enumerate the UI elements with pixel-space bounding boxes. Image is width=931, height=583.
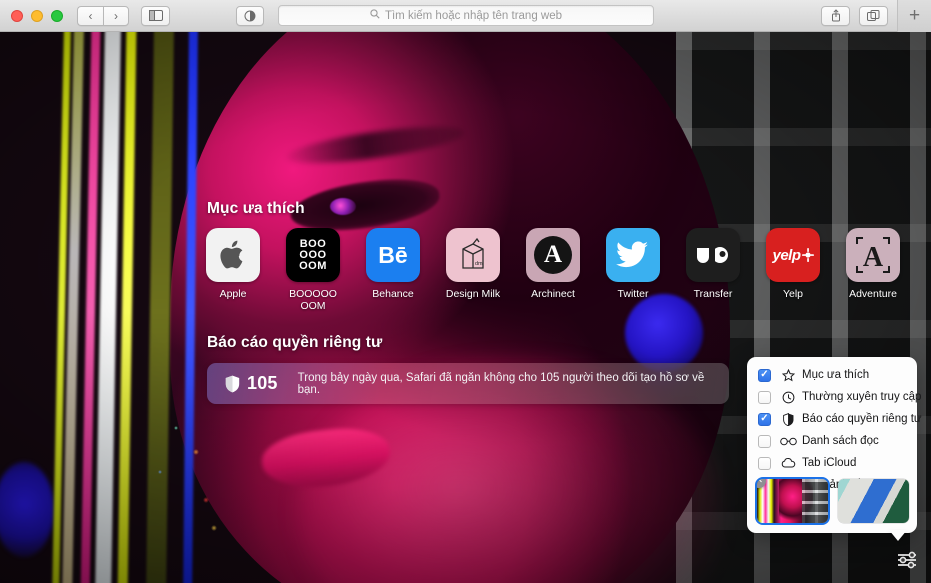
option-label: Thường xuyên truy cập [802,391,921,403]
option-label: Báo cáo quyền riêng tư [802,413,922,425]
show-sidebar-button[interactable] [141,6,170,26]
checkbox-privacy-report[interactable] [758,413,771,426]
reader-view-button[interactable] [236,6,264,26]
back-button[interactable]: ‹ [77,6,103,26]
search-icon [370,9,380,22]
favorite-label: Apple [220,288,247,300]
favorites-heading: Mục ưa thích [207,200,305,218]
checkbox-reading-list[interactable] [758,435,771,448]
booooooom-icon: BOO OOO OOM [286,228,340,282]
clock-icon [780,391,797,404]
behance-icon: Bē [366,228,420,282]
favorite-label: Adventure [849,288,897,300]
star-icon [780,369,797,382]
apple-icon [206,228,260,282]
svg-text:A: A [863,242,884,273]
shield-icon [225,375,240,393]
favorite-label: Design Milk [446,288,500,300]
glasses-icon [780,437,797,446]
close-window-button[interactable] [11,10,23,22]
favorite-item-apple[interactable]: Apple [203,228,263,312]
plus-icon: + [909,5,920,27]
favorite-label: Transfer [694,288,733,300]
boo-line-3: OOM [299,261,327,272]
option-privacy-report[interactable]: Báo cáo quyền riêng tư [747,408,917,430]
favorite-label: Yelp [783,288,803,300]
favorite-item-booooooom[interactable]: BOO OOO OOM BOOOOO OOM [283,228,343,312]
option-icloud-tabs[interactable]: Tab iCloud [747,452,917,474]
privacy-report-text: Trong bảy ngày qua, Safari đã ngăn không… [298,372,729,396]
new-tab-button[interactable]: + [897,0,931,32]
yelp-wordmark: yelp [772,247,800,264]
design-milk-icon: dm [446,228,500,282]
chevron-right-icon: › [114,10,118,22]
address-bar[interactable]: Tìm kiếm hoặc nhập tên trang web [278,5,654,26]
customize-start-page-button[interactable] [893,549,923,571]
boo-line-2: OOO [299,250,327,261]
option-label: Danh sách đọc [802,435,879,447]
wallpaper-thumbnail-neon-portrait[interactable]: ✕ [757,479,828,523]
favorite-label: Behance [372,288,413,300]
share-button[interactable] [821,6,850,26]
option-reading-list[interactable]: Danh sách đọc [747,430,917,452]
sidebar-icon [149,10,163,21]
yelp-icon: yelp [766,228,820,282]
favorites-grid: Apple BOO OOO OOM BOOOOO OOM Bē Behance [203,228,903,312]
navigation-buttons: ‹ › [77,6,129,26]
toolbar-right-group: + [821,0,931,32]
transfer-icon [686,228,740,282]
option-label: Tab iCloud [802,457,856,469]
cloud-icon [780,458,797,468]
address-bar-placeholder: Tìm kiếm hoặc nhập tên trang web [385,10,562,22]
reader-icon [244,10,256,22]
forward-button[interactable]: › [103,6,129,26]
favorite-item-yelp[interactable]: yelp Yelp [763,228,823,312]
wallpaper-thumbnails: ✕ [757,479,909,523]
tracker-count: 105 [247,373,278,394]
archinect-icon: A [526,228,580,282]
favorite-item-twitter[interactable]: Twitter [603,228,663,312]
safari-window: ‹ › Tìm kiếm h [0,0,931,583]
option-frequently-visited[interactable]: Thường xuyên truy cập [747,386,917,408]
favorite-item-adventure[interactable]: A Adventure [843,228,903,312]
tab-overview-button[interactable] [859,6,888,26]
archinect-mark: A [544,241,562,269]
privacy-report-heading: Báo cáo quyền riêng tư [207,334,382,352]
shield-icon [780,413,797,426]
favorite-label: Twitter [618,288,649,300]
share-icon [830,9,842,22]
option-label: Mục ưa thích [802,369,869,381]
traffic-lights [11,10,63,22]
favorite-item-design-milk[interactable]: dm Design Milk [443,228,503,312]
privacy-report-card[interactable]: 105 Trong bảy ngày qua, Safari đã ngăn k… [207,363,729,404]
favorite-item-transfer[interactable]: Transfer [683,228,743,312]
favorite-item-archinect[interactable]: A Archinect [523,228,583,312]
wallpaper-thumbnail-abstract-stripes[interactable] [838,479,909,523]
favorite-item-behance[interactable]: Bē Behance [363,228,423,312]
adventure-icon: A [846,228,900,282]
sliders-icon [896,551,920,569]
boo-line-1: BOO [299,239,327,250]
checkbox-frequently-visited[interactable] [758,391,771,404]
customize-start-page-popover: Mục ưa thích Thường xuyên truy cập Báo c… [747,357,917,533]
tab-overview-icon [867,10,880,22]
checkbox-icloud-tabs[interactable] [758,457,771,470]
svg-text:dm: dm [475,261,483,267]
checkbox-favorites[interactable] [758,369,771,382]
option-favorites[interactable]: Mục ưa thích [747,364,917,386]
favorite-label: Archinect [531,288,575,300]
browser-toolbar: ‹ › Tìm kiếm h [0,0,931,32]
popover-tail [889,530,907,541]
zoom-window-button[interactable] [51,10,63,22]
chevron-left-icon: ‹ [89,10,93,22]
twitter-icon [606,228,660,282]
behance-mark: Bē [378,242,407,269]
minimize-window-button[interactable] [31,10,43,22]
favorite-label: BOOOOO OOM [283,288,343,312]
